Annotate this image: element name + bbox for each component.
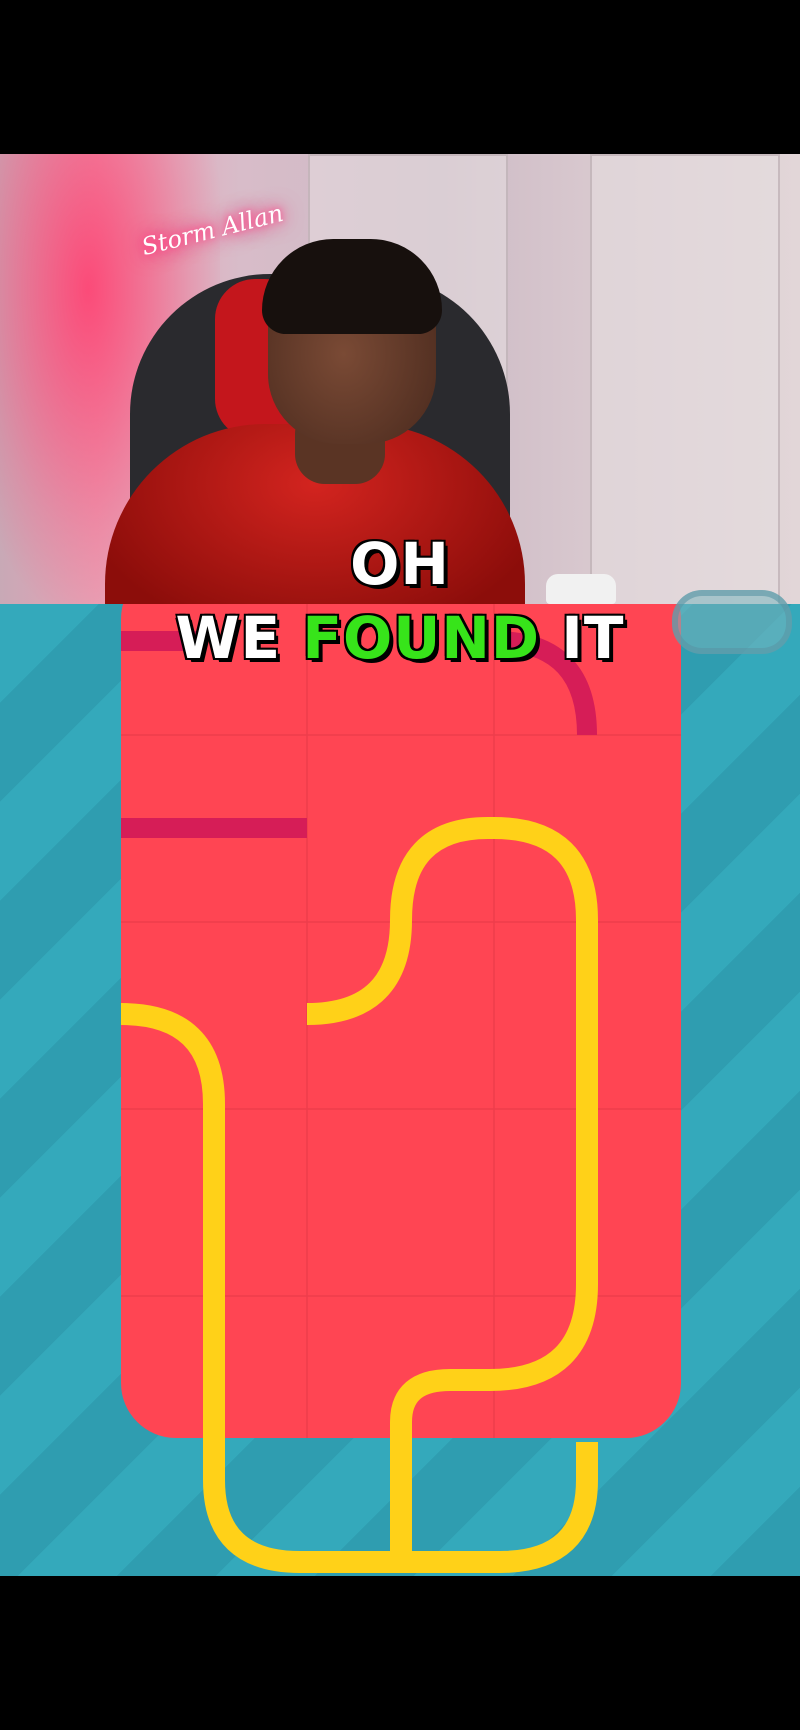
- top-letterbox: [0, 0, 800, 154]
- caption-word-it: IT: [560, 603, 625, 674]
- caption-word-found: FOUND: [301, 603, 541, 674]
- game-board[interactable]: [0, 604, 800, 1576]
- caption-line-1: OH: [0, 529, 800, 600]
- caption-line-2: WE FOUND IT: [0, 603, 800, 674]
- caption-word-oh: OH: [349, 529, 451, 600]
- puzzle-game-area[interactable]: [0, 604, 800, 1576]
- caption-word-we: WE: [174, 603, 282, 674]
- bottom-letterbox: [0, 1576, 800, 1730]
